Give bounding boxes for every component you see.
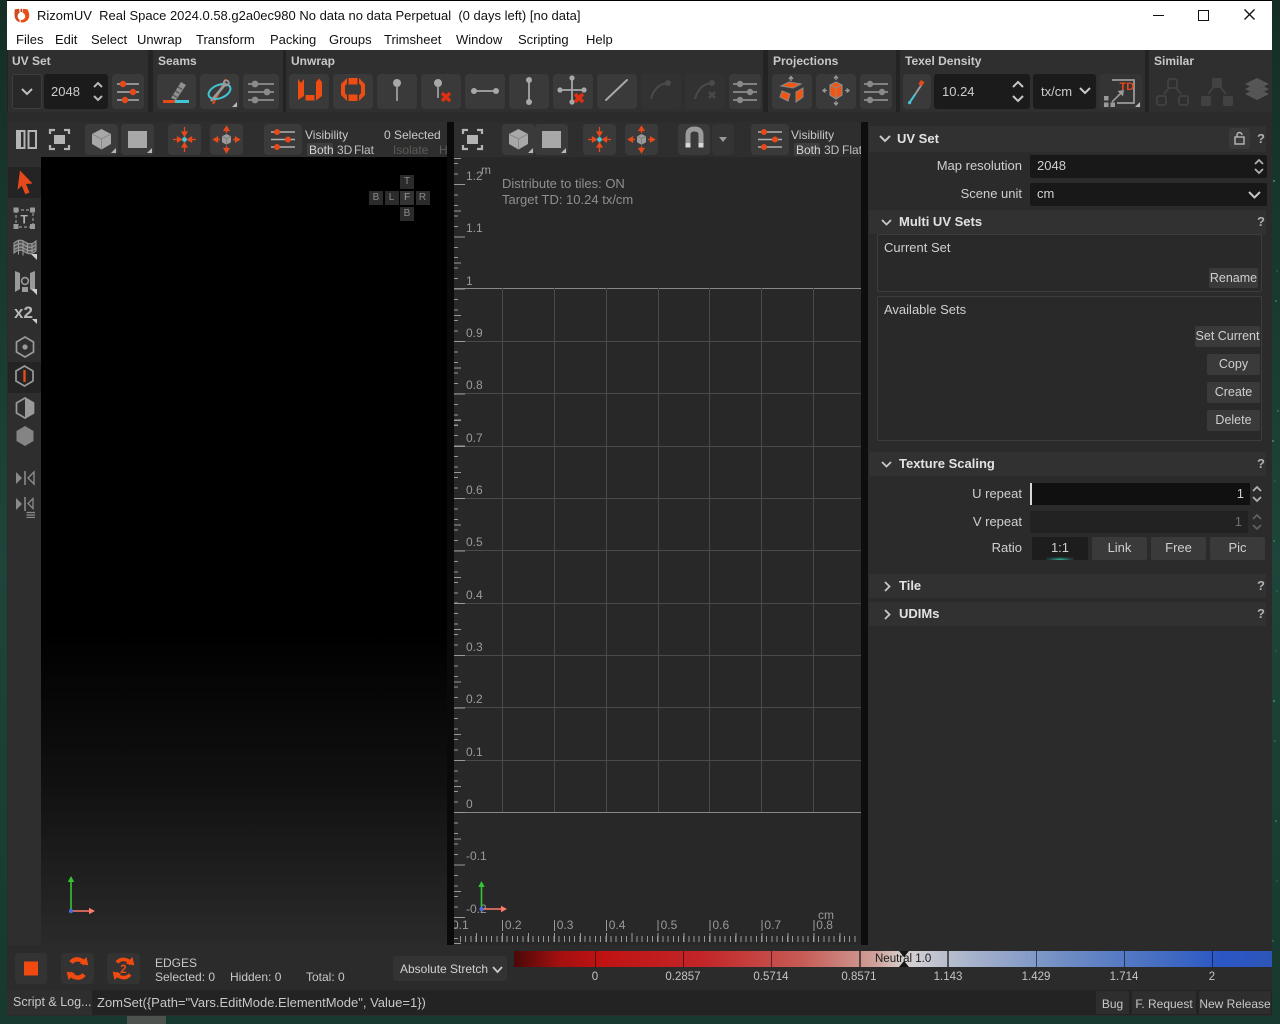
svg-text:2: 2 xyxy=(120,964,126,976)
svg-text:T: T xyxy=(21,213,29,227)
svg-text:x2: x2 xyxy=(14,303,33,322)
